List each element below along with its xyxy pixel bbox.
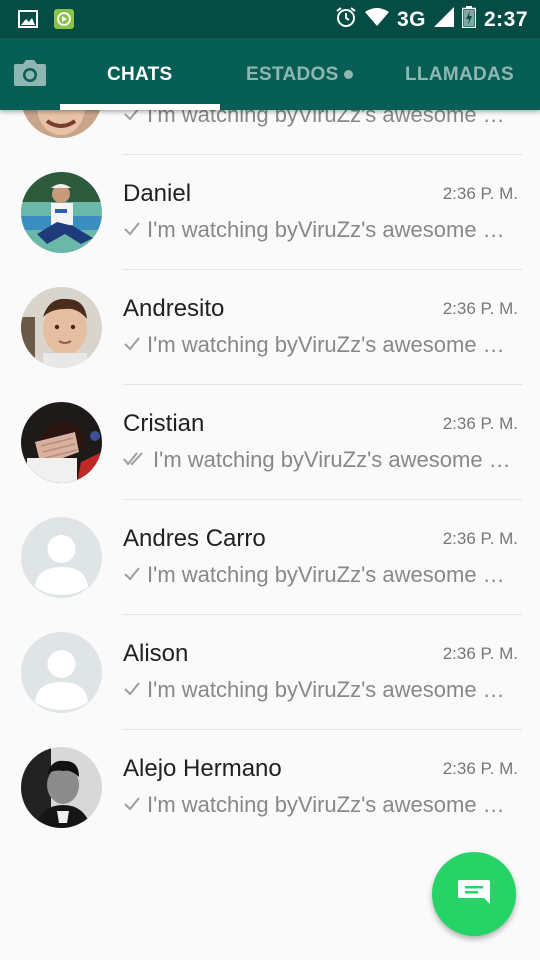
single-check-icon: [123, 217, 141, 243]
chat-row[interactable]: I'm watching byViruZz's awesome video: [0, 110, 540, 155]
chat-time: 2:36 P. M.: [442, 759, 518, 778]
chat-name: Daniel: [123, 180, 192, 207]
network-type: 3G: [396, 8, 426, 31]
active-tab-indicator: [60, 104, 220, 110]
tab-estados[interactable]: ESTADOS: [246, 64, 339, 86]
chat-row[interactable]: Andresito 2:36 P. M. I'm watching byViru…: [0, 270, 540, 385]
chat-last-message: I'm watching byViruZz's awesome video: [123, 447, 513, 473]
chat-time: 2:36 P. M.: [442, 414, 518, 433]
tab-llamadas[interactable]: LLAMADAS: [405, 64, 514, 86]
avatar[interactable]: [21, 287, 102, 368]
gallery-icon: [18, 10, 38, 33]
chat-row[interactable]: Cristian 2:36 P. M. I'm watching byViruZ…: [0, 385, 540, 500]
chat-last-message: I'm watching byViruZz's awesome video: [123, 110, 513, 128]
chat-name: Alison: [123, 640, 189, 667]
chat-name: Andres Carro: [123, 525, 266, 552]
single-check-icon: [123, 332, 141, 358]
new-chat-button[interactable]: [432, 852, 516, 936]
default-avatar-icon[interactable]: [21, 517, 102, 598]
chat-row[interactable]: Alison 2:36 P. M. I'm watching byViruZz'…: [0, 615, 540, 730]
chat-last-message: I'm watching byViruZz's awesome video: [123, 332, 513, 358]
chat-last-message: I'm watching byViruZz's awesome video: [123, 217, 513, 243]
unread-dot-icon: [344, 70, 353, 79]
chat-last-message: I'm watching byViruZz's awesome video: [123, 677, 513, 703]
battery-icon: [461, 6, 477, 34]
chat-list[interactable]: I'm watching byViruZz's awesome video Da…: [0, 110, 540, 960]
chat-time: 2:36 P. M.: [442, 299, 518, 318]
chat-row[interactable]: Alejo Hermano 2:36 P. M. I'm watching by…: [0, 730, 540, 845]
single-check-icon: [123, 677, 141, 703]
single-check-icon: [123, 562, 141, 588]
avatar[interactable]: [21, 402, 102, 483]
double-check-icon: [123, 447, 147, 473]
chat-name: Alejo Hermano: [123, 755, 282, 782]
avatar[interactable]: [21, 110, 102, 138]
chat-row[interactable]: Daniel 2:36 P. M. I'm watching byViruZz'…: [0, 155, 540, 270]
chat-last-message: I'm watching byViruZz's awesome video: [123, 792, 513, 818]
chat-name: Cristian: [123, 410, 205, 437]
signal-icon: [433, 7, 454, 33]
chat-time: 2:36 P. M.: [442, 184, 518, 203]
camera-icon[interactable]: [12, 58, 48, 90]
media-player-icon: [54, 9, 74, 34]
clock: 2:37: [483, 8, 528, 31]
avatar[interactable]: [21, 747, 102, 828]
chat-time: 2:36 P. M.: [442, 529, 518, 548]
tab-bar: CHATS ESTADOS LLAMADAS: [0, 38, 540, 110]
chat-last-message: I'm watching byViruZz's awesome video: [123, 562, 513, 588]
single-check-icon: [123, 110, 141, 128]
chat-time: 2:36 P. M.: [442, 644, 518, 663]
tab-chats[interactable]: CHATS: [107, 64, 173, 86]
message-icon: [457, 878, 491, 911]
status-bar: 3G 2:37: [0, 0, 540, 38]
wifi-icon: [364, 7, 389, 33]
chat-row[interactable]: Andres Carro 2:36 P. M. I'm watching byV…: [0, 500, 540, 615]
chat-name: Andresito: [123, 295, 225, 322]
alarm-icon: [335, 6, 357, 34]
single-check-icon: [123, 792, 141, 818]
avatar[interactable]: [21, 172, 102, 253]
default-avatar-icon[interactable]: [21, 632, 102, 713]
